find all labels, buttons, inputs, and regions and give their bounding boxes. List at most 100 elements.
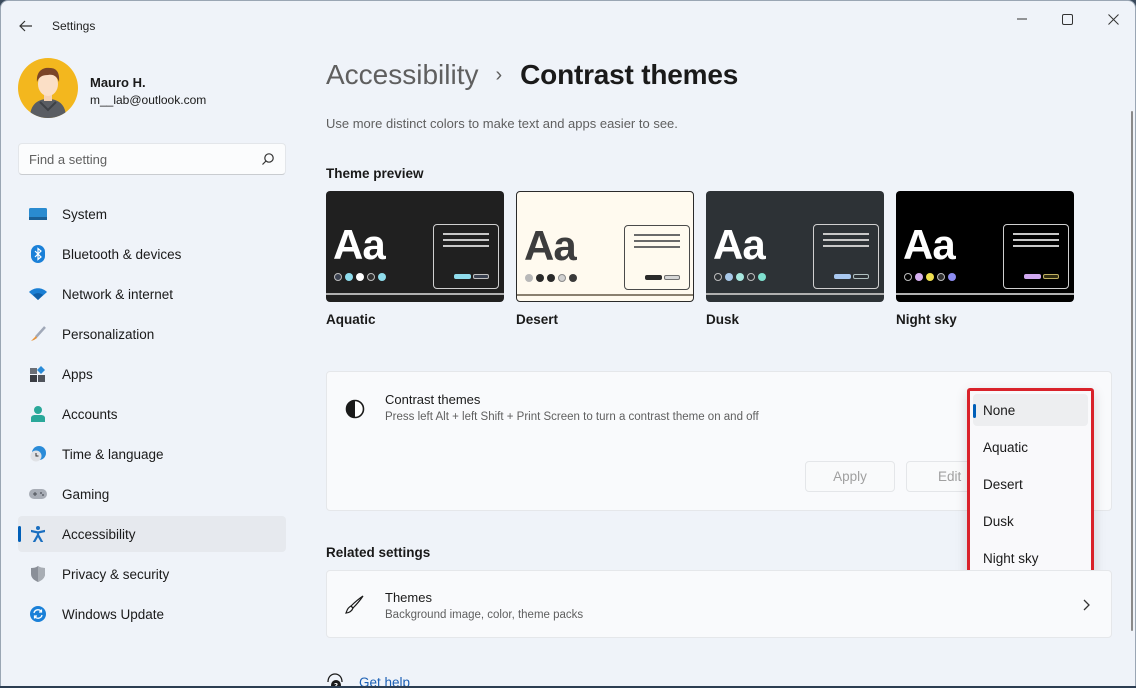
- theme-card-night-sky[interactable]: Aa: [896, 191, 1074, 302]
- sidebar-item-accessibility[interactable]: Accessibility: [18, 516, 286, 552]
- theme-card-aquatic[interactable]: Aa: [326, 191, 504, 302]
- color-swatch: [725, 273, 733, 281]
- sidebar-item-gaming[interactable]: Gaming: [18, 476, 286, 512]
- sidebar-item-privacy[interactable]: Privacy & security: [18, 556, 286, 592]
- sidebar-item-label: Accessibility: [62, 527, 136, 542]
- related-settings-heading: Related settings: [326, 545, 431, 560]
- search-box[interactable]: [18, 143, 286, 175]
- back-button[interactable]: [13, 13, 39, 39]
- mini-window-line: [634, 234, 680, 236]
- minimize-button[interactable]: [999, 5, 1045, 33]
- contrast-icon: [345, 399, 365, 419]
- color-swatch: [948, 273, 956, 281]
- mini-primary-button: [454, 274, 471, 279]
- scrollbar[interactable]: [1131, 111, 1133, 631]
- mini-window-line: [443, 245, 489, 247]
- bluetooth-icon: [29, 245, 47, 263]
- page-title: Contrast themes: [520, 59, 739, 90]
- dropdown-option-label: Desert: [983, 477, 1023, 492]
- back-arrow-icon: [19, 20, 32, 32]
- mini-window-line: [1013, 233, 1059, 235]
- sidebar-item-label: Privacy & security: [62, 567, 170, 582]
- mini-window-line: [823, 233, 869, 235]
- sidebar-item-personalization[interactable]: Personalization: [18, 316, 286, 352]
- sidebar-item-time-language[interactable]: Time & language: [18, 436, 286, 472]
- search-input[interactable]: [19, 144, 249, 174]
- sidebar-item-network[interactable]: Network & internet: [18, 276, 286, 312]
- brush-icon: [345, 595, 364, 614]
- app-title: Settings: [52, 19, 96, 33]
- sidebar-item-accounts[interactable]: Accounts: [18, 396, 286, 432]
- page-description: Use more distinct colors to make text an…: [326, 116, 678, 131]
- color-swatch: [367, 273, 375, 281]
- theme-card-desert[interactable]: Aa: [516, 191, 694, 302]
- theme-color-swatches: [334, 273, 386, 281]
- system-icon: [29, 206, 47, 222]
- mini-window-line: [823, 239, 869, 241]
- mini-window-line: [634, 246, 680, 248]
- mini-window-line: [634, 240, 680, 242]
- search-icon[interactable]: [261, 152, 275, 166]
- sidebar-item-label: System: [62, 207, 108, 222]
- related-themes-link[interactable]: Themes Background image, color, theme pa…: [326, 570, 1112, 638]
- dropdown-option-none[interactable]: None: [973, 394, 1088, 426]
- chevron-right-icon[interactable]: [1081, 598, 1091, 612]
- color-swatch: [758, 273, 766, 281]
- color-swatch: [525, 274, 533, 282]
- sidebar-item-label: Bluetooth & devices: [62, 247, 182, 262]
- profile-email: m__lab@outlook.com: [90, 93, 207, 107]
- breadcrumb-parent[interactable]: Accessibility: [326, 59, 478, 91]
- avatar: [18, 58, 78, 118]
- maximize-button[interactable]: [1044, 5, 1090, 33]
- color-swatch: [345, 273, 353, 281]
- color-swatch: [536, 274, 544, 282]
- mini-taskbar: [517, 294, 693, 296]
- sidebar-item-bluetooth[interactable]: Bluetooth & devices: [18, 236, 286, 272]
- settings-window: Settings Mauro H. m__lab@outlook.com Fin…: [0, 0, 1136, 688]
- dropdown-option-label: Aquatic: [983, 440, 1029, 455]
- contrast-card-title: Contrast themes: [385, 392, 481, 407]
- theme-name-label: Night sky: [896, 312, 957, 327]
- themes-link-title: Themes: [385, 590, 432, 605]
- color-swatch: [569, 274, 577, 282]
- theme-mini-window: [624, 225, 690, 290]
- contrast-card-subtitle: Press left Alt + left Shift + Print Scre…: [385, 411, 759, 423]
- apply-button[interactable]: Apply: [805, 461, 895, 492]
- theme-color-swatches: [904, 273, 956, 281]
- color-swatch: [714, 273, 722, 281]
- themes-link-subtitle: Background image, color, theme packs: [385, 609, 584, 621]
- sidebar-item-system[interactable]: System: [18, 196, 286, 232]
- color-swatch: [937, 273, 945, 281]
- theme-card-dusk[interactable]: Aa: [706, 191, 884, 302]
- minimize-icon: [1017, 18, 1027, 20]
- close-icon: [1107, 13, 1119, 25]
- mini-window-line: [443, 233, 489, 235]
- sidebar-item-windows-update[interactable]: Windows Update: [18, 596, 286, 632]
- theme-sample-text: Aa: [903, 221, 956, 268]
- mini-primary-button: [1024, 274, 1041, 279]
- theme-name-label: Dusk: [706, 312, 740, 327]
- dropdown-option-aquatic[interactable]: Aquatic: [973, 431, 1088, 463]
- color-swatch: [904, 273, 912, 281]
- mini-taskbar: [896, 293, 1074, 295]
- update-icon: [29, 606, 47, 622]
- close-button[interactable]: [1090, 5, 1135, 33]
- contrast-theme-dropdown[interactable]: None Aquatic Desert Dusk Night sky: [967, 388, 1094, 578]
- sidebar-item-label: Windows Update: [62, 607, 165, 622]
- mini-taskbar: [326, 293, 504, 295]
- sidebar-item-label: Network & internet: [62, 287, 174, 302]
- color-swatch: [558, 274, 566, 282]
- mini-window-line: [823, 245, 869, 247]
- sidebar-item-apps[interactable]: Apps: [18, 356, 286, 392]
- sidebar-item-label: Time & language: [62, 447, 164, 462]
- dropdown-option-dusk[interactable]: Dusk: [973, 505, 1088, 537]
- dropdown-option-desert[interactable]: Desert: [973, 468, 1088, 500]
- brush-icon: [29, 326, 47, 342]
- dropdown-option-label: Dusk: [983, 514, 1014, 529]
- theme-mini-window: [1003, 224, 1069, 289]
- mini-window-line: [1013, 245, 1059, 247]
- sidebar-item-label: Gaming: [62, 487, 110, 502]
- color-swatch: [547, 274, 555, 282]
- clock-globe-icon: [29, 446, 47, 462]
- theme-preview-heading: Theme preview: [326, 166, 424, 181]
